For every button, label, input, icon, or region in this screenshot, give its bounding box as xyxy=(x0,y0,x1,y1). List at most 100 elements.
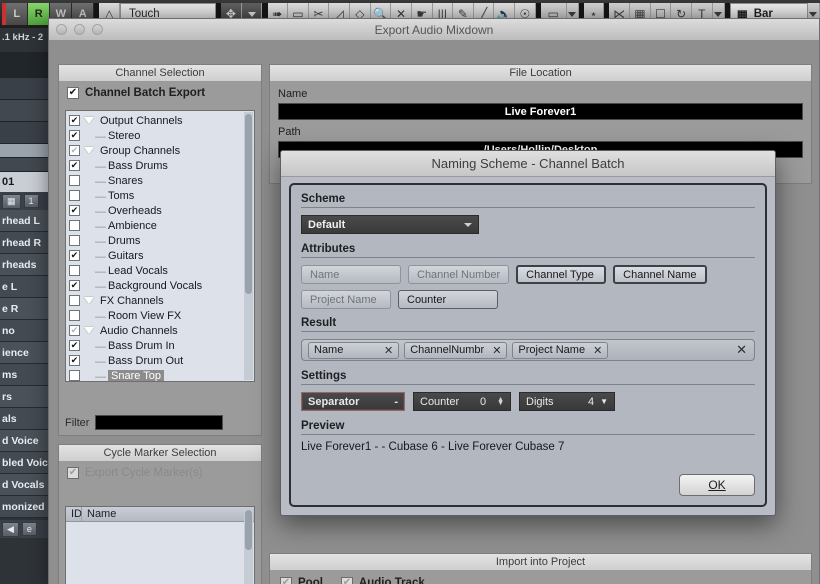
channel-checkbox[interactable]: ✔ xyxy=(69,235,80,246)
file-name-input[interactable]: Live Forever1 xyxy=(278,103,803,120)
mini-button-e[interactable]: e xyxy=(21,522,37,536)
track-block-4 xyxy=(0,122,50,144)
channel-checkbox[interactable]: ✔ xyxy=(69,145,80,156)
attribute-button[interactable]: Channel Number xyxy=(408,265,510,284)
channel-name-label: Bass Drum In xyxy=(108,339,175,352)
track-name-item[interactable]: bled Voic xyxy=(0,452,50,474)
channel-checkbox[interactable]: ✔ xyxy=(69,310,80,321)
filter-input[interactable] xyxy=(95,415,224,430)
window-titlebar[interactable]: Export Audio Mixdown xyxy=(49,19,819,41)
automation-button-r[interactable]: R xyxy=(28,3,51,25)
result-chips[interactable]: Name ✕ ChannelNumbr ✕ Project Name ✕ xyxy=(308,341,609,359)
result-chip-bar[interactable]: Name ✕ ChannelNumbr ✕ Project Name ✕ ✕ xyxy=(301,339,755,361)
track-name-item[interactable]: d Voice xyxy=(0,430,50,452)
pool-label: Pool xyxy=(298,577,323,584)
channel-tree-row[interactable]: ✔ — Background Vocals xyxy=(66,278,254,293)
channel-name-label: Snares xyxy=(108,174,143,187)
channel-checkbox[interactable]: ✔ xyxy=(69,295,80,306)
channel-checkbox[interactable]: ✔ xyxy=(69,220,80,231)
audio-track-option[interactable]: ✔ Audio Track xyxy=(340,577,425,584)
mini-button-1[interactable]: 1 xyxy=(23,194,39,208)
automation-button-l[interactable]: L xyxy=(6,3,29,25)
channel-checkbox[interactable]: ✔ xyxy=(69,130,80,141)
audio-track-checkbox[interactable]: ✔ xyxy=(340,577,353,584)
result-chip-remove-icon[interactable]: ✕ xyxy=(384,344,393,357)
channel-tree-row[interactable]: ✔ —Room View FX xyxy=(66,308,254,323)
mini-prev-icon[interactable]: ◀ xyxy=(2,521,19,537)
channel-checkbox[interactable]: ✔ xyxy=(69,190,80,201)
channel-checkbox[interactable]: ✔ xyxy=(69,115,80,126)
channel-checkbox[interactable]: ✔ xyxy=(69,355,80,366)
counter-label: Counter xyxy=(420,395,460,408)
result-section-heading: Result xyxy=(301,317,755,332)
track-name-item[interactable]: e L xyxy=(0,276,50,298)
attribute-button[interactable]: Name xyxy=(301,265,401,284)
result-chip-label: ChannelNumbr xyxy=(410,344,485,356)
result-chip[interactable]: Project Name ✕ xyxy=(512,341,609,359)
channel-checkbox[interactable]: ✔ xyxy=(69,370,80,381)
track-name-item[interactable]: rs xyxy=(0,386,50,408)
scheme-select[interactable]: Default xyxy=(301,215,479,234)
channel-batch-export-checkbox[interactable]: ✔ xyxy=(67,87,79,99)
pool-option[interactable]: ✔ Pool xyxy=(280,577,323,584)
channel-checkbox[interactable]: ✔ xyxy=(69,280,80,291)
attribute-button[interactable]: Channel Type xyxy=(516,265,607,284)
attribute-button[interactable]: Project Name xyxy=(301,290,391,309)
counter-value: 0 xyxy=(479,395,487,408)
channel-checkbox[interactable]: ✔ xyxy=(69,325,80,336)
cycle-marker-list[interactable]: ID Name xyxy=(65,506,255,584)
attributes-button-group[interactable]: Name Channel Number Channel Type Channel Na… xyxy=(301,265,755,309)
channel-tree-row[interactable]: ✔ —Snare Top xyxy=(66,368,254,381)
channel-checkbox[interactable]: ✔ xyxy=(69,265,80,276)
disclosure-triangle-icon[interactable] xyxy=(80,117,98,124)
settings-row[interactable]: Separator - Counter 0 ▲ ▼ Digits 4 ▼ xyxy=(301,392,755,411)
mini-button-grid-icon[interactable]: ▦ xyxy=(2,193,21,209)
result-chip[interactable]: ChannelNumbr ✕ xyxy=(404,341,508,359)
attribute-button[interactable]: Counter xyxy=(398,290,498,309)
track-name-item[interactable]: rhead R xyxy=(0,232,50,254)
import-options-row[interactable]: ✔ Pool ✔ Audio Track xyxy=(270,571,811,584)
channel-selection-header: Channel Selection xyxy=(59,65,261,82)
channel-checkbox[interactable]: ✔ xyxy=(69,250,80,261)
counter-stepper[interactable]: Counter 0 ▲ ▼ xyxy=(413,392,511,411)
channel-checkbox[interactable]: ✔ xyxy=(69,340,80,351)
channel-checkbox[interactable]: ✔ xyxy=(69,160,80,171)
channel-tree[interactable]: ✔ Output Channels ✔ — Stereo ✔ Group Channels ✔… xyxy=(65,110,255,382)
disclosure-triangle-icon[interactable] xyxy=(80,297,98,304)
result-chip-label: Name xyxy=(314,344,344,356)
channel-filter-row[interactable]: Filter xyxy=(65,415,224,430)
attribute-button[interactable]: Channel Name xyxy=(613,265,707,284)
track-name-item[interactable]: rheads xyxy=(0,254,50,276)
ok-button[interactable]: OK xyxy=(679,474,755,496)
counter-spinner-icon[interactable]: ▲ ▼ xyxy=(497,396,504,407)
track-name-item[interactable]: e R xyxy=(0,298,50,320)
channel-batch-export-row[interactable]: ✔ Channel Batch Export xyxy=(59,82,261,104)
disclosure-triangle-icon[interactable] xyxy=(80,147,98,154)
track-name-item[interactable]: monized xyxy=(0,496,50,518)
export-cycle-marker-row[interactable]: ✔ Export Cycle Marker(s) xyxy=(59,462,261,484)
export-cycle-marker-checkbox[interactable]: ✔ xyxy=(67,467,79,479)
track-name-item[interactable]: rhead L xyxy=(0,210,50,232)
tree-indent: — xyxy=(95,310,106,323)
track-name-item[interactable]: no xyxy=(0,320,50,342)
channel-name-label: Drums xyxy=(108,234,141,247)
channel-checkbox[interactable]: ✔ xyxy=(69,175,80,186)
separator-select[interactable]: Separator - xyxy=(301,392,405,411)
result-chip[interactable]: Name ✕ xyxy=(308,341,400,359)
track-name-item[interactable]: d Vocals xyxy=(0,474,50,496)
result-chip-remove-icon[interactable]: ✕ xyxy=(492,344,501,357)
disclosure-triangle-icon[interactable] xyxy=(80,327,98,334)
channel-tree-row[interactable]: ✔ — Stereo xyxy=(66,128,254,143)
channel-checkbox[interactable]: ✔ xyxy=(69,205,80,216)
pool-checkbox[interactable]: ✔ xyxy=(280,577,292,584)
track-name-item[interactable]: als xyxy=(0,408,50,430)
track-name-item[interactable]: ms xyxy=(0,364,50,386)
screen-root: L R W A △ Touch ✥ ➠ ▭ ✂ ◿ ◇ 🔍 ✕ ☛ ||| ✎ … xyxy=(0,0,820,584)
cycle-marker-scrollbar[interactable] xyxy=(244,508,253,584)
channel-tree-scrollbar[interactable] xyxy=(244,112,253,380)
digits-select[interactable]: Digits 4 ▼ xyxy=(519,392,615,411)
track-name-item[interactable]: ience xyxy=(0,342,50,364)
cycle-marker-panel: Cycle Marker Selection ✔ Export Cycle Ma… xyxy=(58,444,262,584)
result-chip-remove-icon[interactable]: ✕ xyxy=(593,344,602,357)
result-clear-all-icon[interactable]: ✕ xyxy=(736,342,747,358)
